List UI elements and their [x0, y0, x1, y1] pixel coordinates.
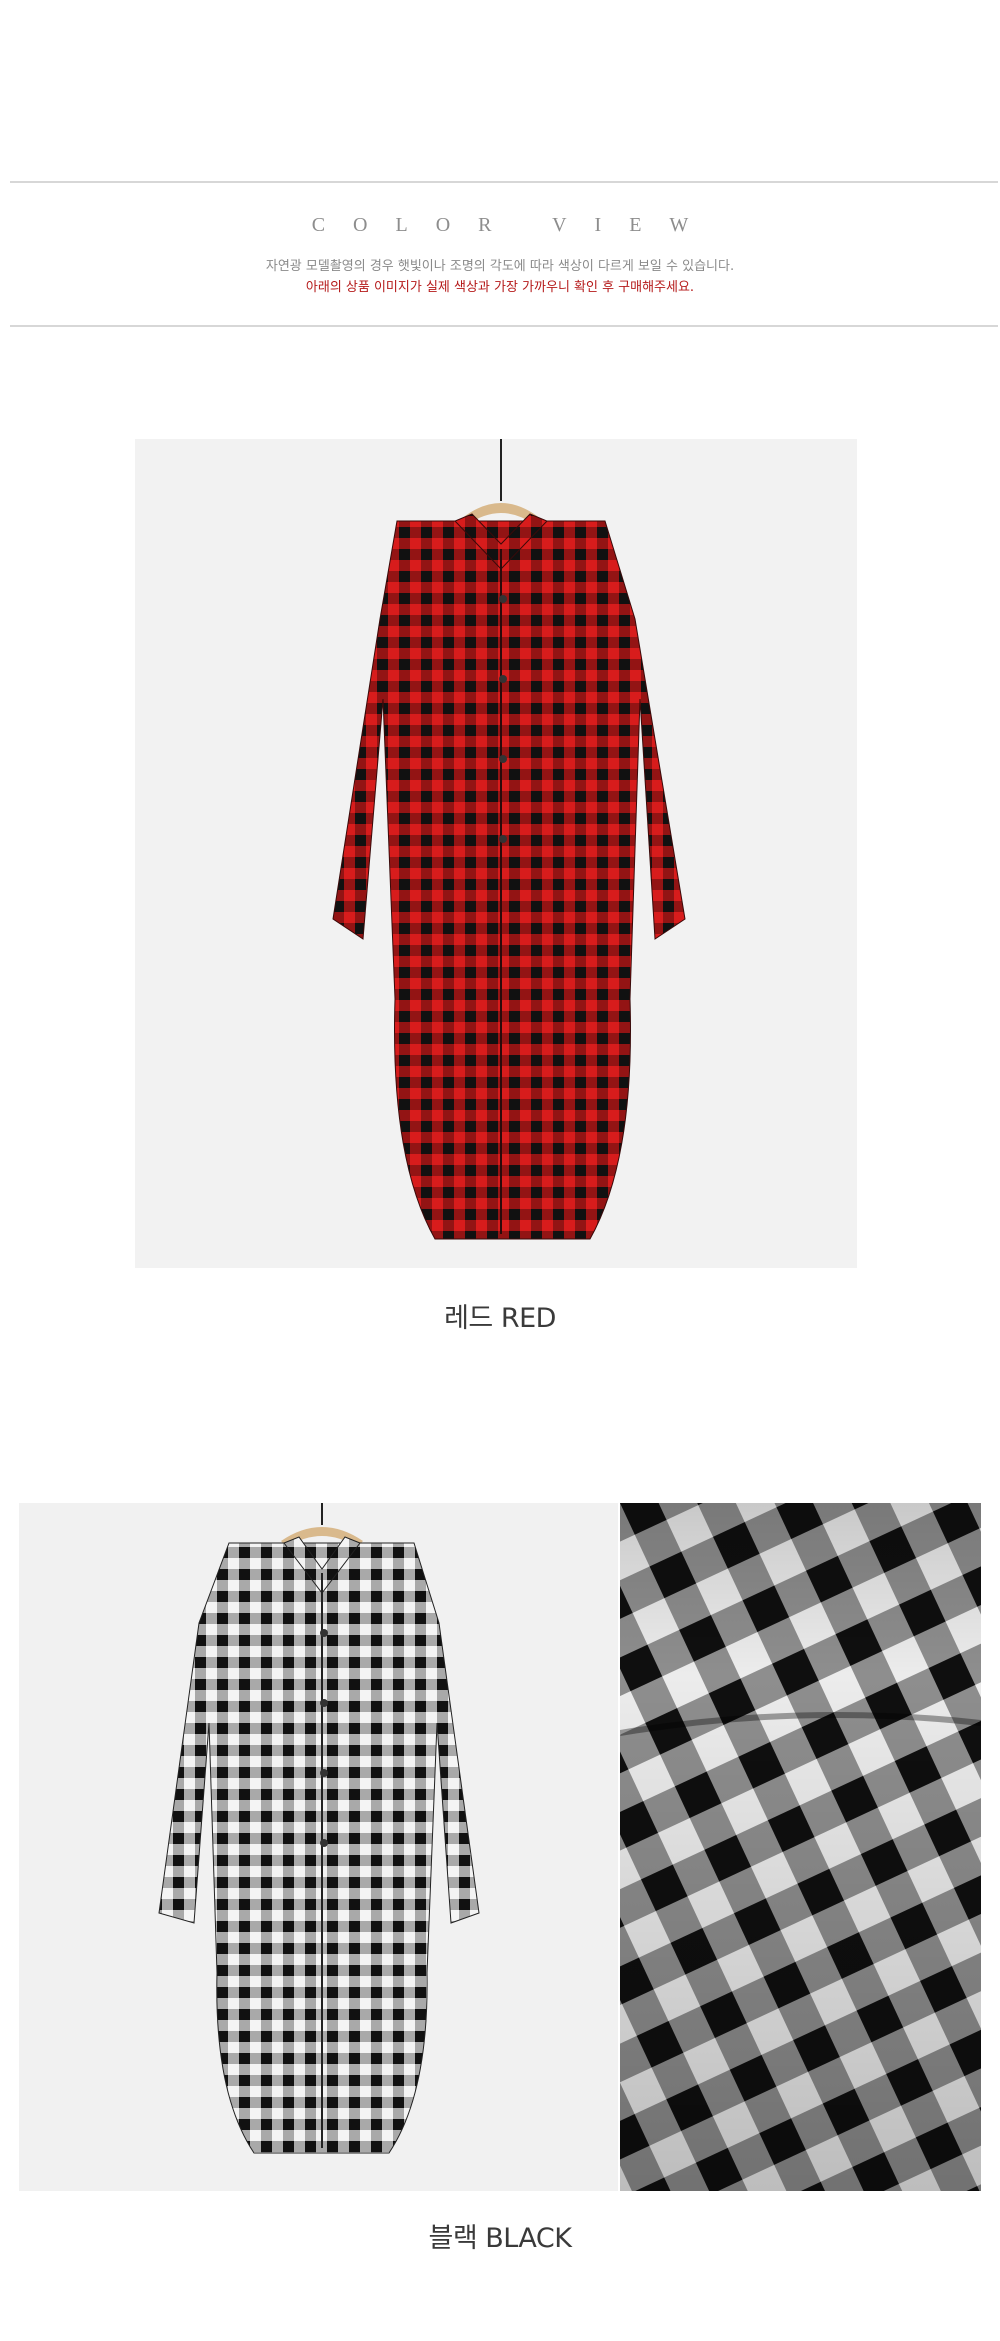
red-shirt-photo	[135, 439, 857, 1268]
red-caption: 레드 RED	[444, 1303, 556, 1334]
color-view-heading: COLOR VIEW	[311, 214, 717, 236]
black-caption: 블랙 BLACK	[428, 2223, 572, 2254]
black-shirt-photo	[19, 1503, 618, 2191]
fabric-detail-photo	[620, 1503, 981, 2191]
color-accuracy-notice: 아래의 상품 이미지가 실제 색상과 가장 가까우니 확인 후 구매해주세요.	[305, 280, 695, 295]
bottom-divider	[10, 325, 998, 327]
top-divider	[10, 181, 998, 183]
lighting-notice: 자연광 모델촬영의 경우 햇빛이나 조명의 각도에 따라 색상이 다르게 보일 …	[265, 259, 735, 274]
